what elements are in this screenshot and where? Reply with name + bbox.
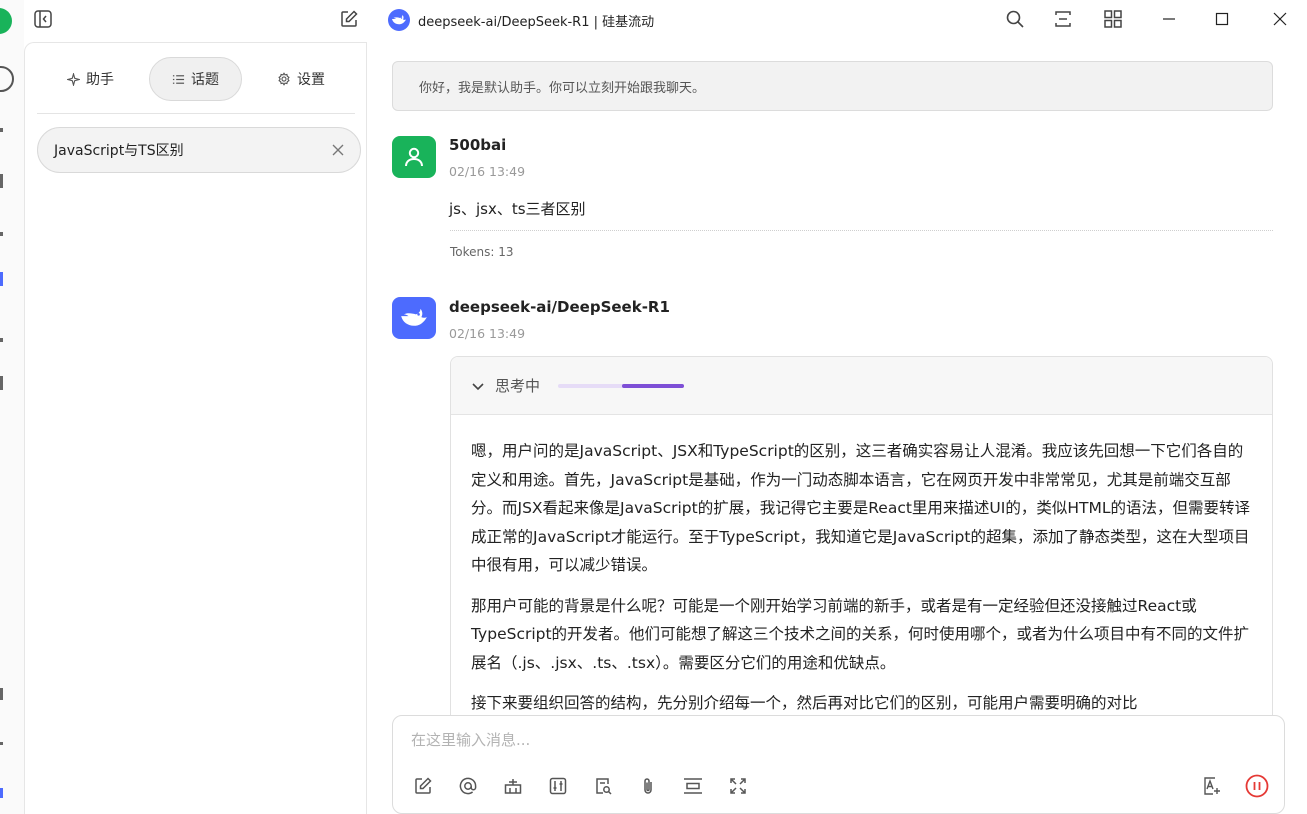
- message-time: 02/16 13:49: [449, 164, 526, 179]
- tab-settings[interactable]: 设置: [255, 57, 347, 101]
- topic-sidebar: 助手 话题 设置 JavaScript与TS区别: [24, 42, 367, 814]
- message-divider: [450, 230, 1273, 231]
- window-title-text: deepseek-ai/DeepSeek-R1 | 硅基流动: [418, 14, 655, 30]
- person-icon: [405, 147, 423, 167]
- thinking-paragraph: 嗯，用户问的是JavaScript、JSX和TypeScript的区别，这三者确…: [471, 442, 1250, 574]
- user-name: 500bai: [449, 136, 507, 154]
- deepseek-logo-icon: [388, 9, 410, 31]
- user-avatar[interactable]: [392, 136, 436, 178]
- web-search-icon[interactable]: [591, 774, 615, 798]
- token-count: Tokens: 13: [450, 245, 514, 259]
- assistant-greeting: 你好，我是默认助手。你可以立刻开始跟我聊天。: [392, 61, 1273, 111]
- chat-area: 你好，我是默认助手。你可以立刻开始跟我聊天。 500bai 02/16 13:4…: [368, 42, 1307, 814]
- fold-icon[interactable]: [1052, 8, 1074, 30]
- thinking-progress-fill: [622, 383, 685, 388]
- attachment-icon[interactable]: [636, 774, 660, 798]
- chevron-down-icon[interactable]: [471, 379, 485, 393]
- message-time: 02/16 13:49: [449, 326, 526, 341]
- user-avatar[interactable]: [0, 8, 12, 34]
- user-message-text: js、jsx、ts三者区别: [449, 200, 586, 218]
- rail-icon[interactable]: [0, 232, 3, 236]
- topic-item-label: JavaScript与TS区别: [54, 143, 184, 159]
- tab-assistant[interactable]: 助手: [45, 57, 136, 101]
- thinking-header[interactable]: 思考中: [451, 357, 1272, 415]
- clear-context-icon[interactable]: [681, 774, 705, 798]
- new-topic-tool-icon[interactable]: [411, 774, 435, 798]
- maximize-icon[interactable]: [1211, 8, 1233, 30]
- mention-icon[interactable]: [456, 774, 480, 798]
- tabs-divider: [37, 113, 355, 114]
- sidebar-tabs: 助手 话题 设置: [37, 57, 355, 101]
- assistant-name: deepseek-ai/DeepSeek-R1: [449, 298, 670, 316]
- sparkle-icon: [67, 72, 80, 86]
- rail-icon[interactable]: [0, 742, 3, 745]
- tab-topics-label: 话题: [191, 72, 219, 88]
- translate-icon[interactable]: [1201, 774, 1225, 798]
- thinking-paragraph: 那用户可能的背景是什么呢？可能是一个刚开始学习前端的新手，或者是有一定经验但还没…: [471, 596, 1250, 672]
- thinking-content: 嗯，用户问的是JavaScript、JSX和TypeScript的区别，这三者确…: [451, 415, 1272, 718]
- tab-settings-label: 设置: [297, 72, 325, 88]
- gear-icon: [278, 72, 290, 86]
- thinking-paragraph: 接下来要组织回答的结构，先分别介绍每一个，然后再对比它们的区别，可能用户需要明确…: [471, 694, 1138, 712]
- message-composer: [392, 715, 1285, 814]
- rail-icon[interactable]: [0, 788, 3, 798]
- assistant-icon[interactable]: [0, 66, 14, 92]
- rail-icon[interactable]: [0, 338, 3, 342]
- delete-topic-icon[interactable]: [332, 144, 344, 156]
- rail-icon-active[interactable]: [0, 272, 3, 286]
- deepseek-avatar[interactable]: [392, 297, 436, 339]
- sidebar-toggle-icon[interactable]: [32, 8, 54, 30]
- rail-icon[interactable]: [0, 128, 3, 132]
- stop-generation-icon[interactable]: [1245, 774, 1269, 798]
- new-topic-icon[interactable]: [338, 8, 360, 30]
- minimize-icon[interactable]: [1158, 8, 1180, 30]
- list-icon: [172, 74, 185, 84]
- left-rail: [0, 0, 24, 814]
- rail-icon[interactable]: [0, 376, 3, 390]
- thinking-label: 思考中: [495, 377, 541, 395]
- title-bar: deepseek-ai/DeepSeek-R1 | 硅基流动: [24, 0, 1307, 40]
- app-window: deepseek-ai/DeepSeek-R1 | 硅基流动 助手 话题 设置 …: [0, 0, 1307, 814]
- search-icon[interactable]: [1004, 8, 1026, 30]
- message-input[interactable]: [411, 728, 1111, 752]
- rail-icon[interactable]: [0, 174, 3, 188]
- thinking-progress: [558, 383, 685, 388]
- tab-topics[interactable]: 话题: [149, 57, 242, 101]
- params-icon[interactable]: [546, 774, 570, 798]
- grid-icon[interactable]: [1102, 8, 1124, 30]
- tab-assistant-label: 助手: [86, 72, 114, 88]
- topic-item[interactable]: JavaScript与TS区别: [37, 127, 361, 173]
- window-title: deepseek-ai/DeepSeek-R1 | 硅基流动: [388, 8, 654, 32]
- expand-icon[interactable]: [726, 774, 750, 798]
- rail-icon[interactable]: [0, 688, 3, 700]
- deepseek-whale-icon: [401, 308, 427, 326]
- close-window-icon[interactable]: [1269, 8, 1291, 30]
- knowledge-base-icon[interactable]: [501, 774, 525, 798]
